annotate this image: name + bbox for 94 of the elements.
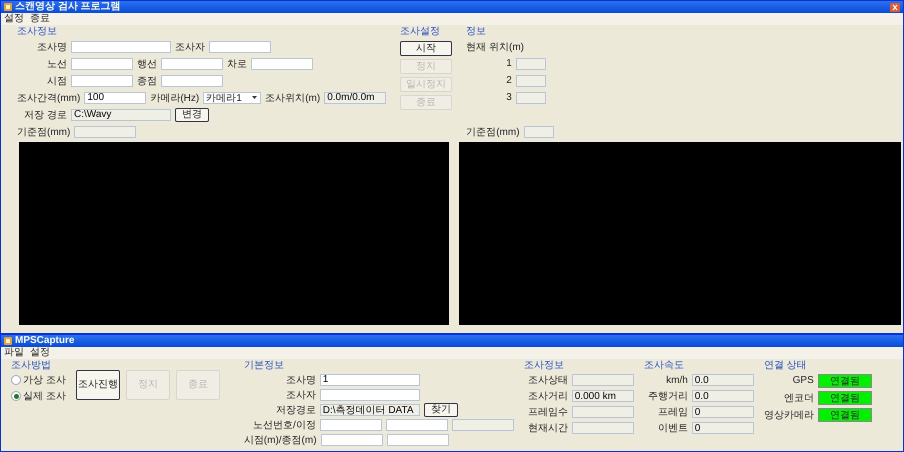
text-field[interactable] <box>320 388 420 400</box>
readonly-field[interactable]: 0 <box>692 422 754 434</box>
field-label: 노선 <box>46 58 67 70</box>
field-label: 프레임수 <box>526 406 568 419</box>
text-field[interactable] <box>161 58 223 70</box>
readonly-field[interactable]: 0.0 <box>692 374 754 386</box>
field-label: km/h <box>665 374 688 386</box>
field-label: 조사상태 <box>526 374 568 387</box>
readonly-field[interactable] <box>452 418 514 430</box>
app-icon <box>4 337 12 345</box>
group-title: 연결 상태 <box>764 360 808 371</box>
field-label: 조사거리 <box>526 390 568 403</box>
field-label: 조사명 <box>284 374 316 386</box>
field-label: 노선번호/이정 <box>252 418 316 432</box>
field-label: 조사명 <box>36 40 67 54</box>
radio-option[interactable]: 가상 조사 <box>11 373 66 387</box>
readonly-field[interactable] <box>524 126 554 138</box>
field-label: GPS <box>792 375 814 386</box>
field-label: 1 <box>506 58 512 69</box>
radio-option[interactable]: 실제 조사 <box>11 389 66 403</box>
readonly-field[interactable]: 0 <box>692 406 754 418</box>
text-field[interactable] <box>161 74 223 86</box>
group-title: 조사속도 <box>644 360 685 371</box>
window-title: MPSCapture <box>15 335 74 347</box>
app-icon <box>4 3 12 11</box>
text-field[interactable] <box>71 58 133 70</box>
status-indicator: 연결됨 <box>818 374 872 388</box>
field-label: 조사자 <box>284 388 316 402</box>
field-label: 엔코더 <box>782 392 814 404</box>
readonly-field[interactable] <box>516 58 546 70</box>
group-title: 조사방법 <box>11 360 52 371</box>
window-title: 스캔영상 검사 프로그램 <box>15 1 121 13</box>
status-indicator: 연결됨 <box>818 408 872 422</box>
field-label: 이벤트 <box>656 422 688 435</box>
field-label: 카메라(Hz) <box>150 92 200 104</box>
radio-button[interactable] <box>11 391 21 401</box>
readonly-field[interactable] <box>516 74 546 86</box>
action-button[interactable]: 변경 <box>175 108 209 122</box>
readonly-field[interactable] <box>572 422 634 434</box>
readonly-field[interactable] <box>572 406 634 418</box>
group-title: 조사정보 <box>17 26 58 37</box>
menu-item[interactable]: 설정 <box>30 347 50 359</box>
action-button[interactable]: 시작 <box>400 41 452 56</box>
field-label: 주행거리 <box>646 390 688 403</box>
readonly-field[interactable]: C:\Wavy <box>71 108 171 120</box>
readonly-field[interactable]: D:\측정데이터 DATA <box>320 404 420 416</box>
menu-item[interactable]: 종료 <box>30 13 50 25</box>
text-field[interactable] <box>386 434 449 446</box>
readonly-field[interactable] <box>516 92 546 104</box>
action-button[interactable]: 찾기 <box>424 402 458 416</box>
readonly-field[interactable] <box>74 126 136 138</box>
readonly-field[interactable]: 0.0 <box>692 390 754 402</box>
readonly-field[interactable] <box>572 374 634 386</box>
text-field[interactable] <box>71 40 171 52</box>
field-label: 시점(m)/종점(m) <box>244 434 317 446</box>
radio-button[interactable] <box>11 375 21 385</box>
text-field[interactable]: 100 <box>84 92 146 104</box>
field-label: 기준점(mm) <box>466 126 520 138</box>
field-label: 조사자 <box>175 40 205 54</box>
field-label: 프레임 <box>656 406 688 419</box>
field-label: 시점 <box>46 74 67 88</box>
field-label: 저장경로 <box>274 404 316 416</box>
field-label: 2 <box>506 75 512 86</box>
menu-item[interactable]: 파일 <box>4 347 24 359</box>
action-button[interactable]: 조사진행 <box>76 370 120 400</box>
text-field[interactable] <box>386 418 448 430</box>
field-label: 종점 <box>137 74 157 88</box>
group-title: 조사설정 <box>400 26 442 37</box>
group-title: 정보 <box>466 26 488 37</box>
dropdown[interactable]: 카메라1 <box>203 92 262 104</box>
text-field[interactable] <box>251 58 313 70</box>
status-indicator: 연결됨 <box>818 390 872 404</box>
readonly-field[interactable]: 0.000 km <box>572 390 634 402</box>
caret-icon <box>251 94 258 101</box>
field-label: 조사위치(m) <box>265 92 320 104</box>
field-label: 차로 <box>227 58 247 70</box>
group-title: 조사정보 <box>524 360 565 371</box>
field-label: 저장 경로 <box>23 108 67 122</box>
field-label: 현재시간 <box>526 422 568 435</box>
field-label: 현재 위치(m) <box>466 40 524 54</box>
text-field[interactable] <box>209 40 271 52</box>
text-field[interactable]: 1 <box>320 374 420 386</box>
text-field[interactable] <box>320 434 383 446</box>
group-title: 기본정보 <box>244 360 285 371</box>
text-field[interactable] <box>71 74 133 86</box>
field-label: 조사간격(mm) <box>17 92 80 104</box>
field-label: 행선 <box>137 58 157 70</box>
field-label: 3 <box>506 92 512 103</box>
field-label: 기준점(mm) <box>17 126 70 138</box>
readonly-field[interactable]: 0.0m/0.0m <box>324 92 386 104</box>
close-icon[interactable] <box>890 2 900 12</box>
menu-item[interactable]: 설정 <box>4 13 24 25</box>
text-field[interactable] <box>320 418 382 430</box>
field-label: 영상카메라 <box>764 408 814 422</box>
